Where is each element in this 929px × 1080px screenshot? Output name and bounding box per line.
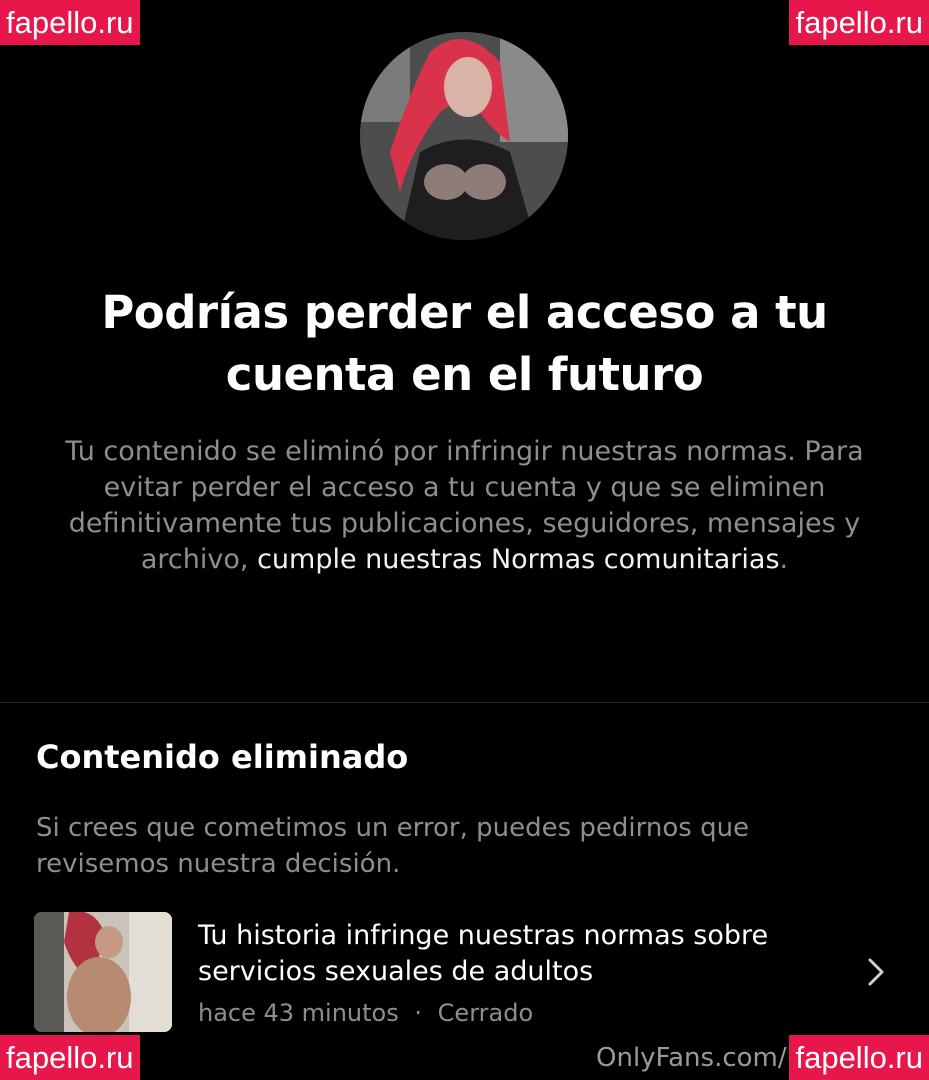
item-separator: · <box>414 999 423 1027</box>
watermark-top-left: fapello.ru <box>0 0 140 45</box>
chevron-right-icon[interactable] <box>864 956 888 988</box>
warning-text: Tu contenido se eliminó por infringir nu… <box>60 434 869 578</box>
profile-avatar <box>360 32 568 240</box>
watermark-bottom-right: fapello.ru <box>789 1035 929 1080</box>
community-guidelines-link[interactable]: cumple nuestras Normas comunitarias <box>257 544 779 575</box>
page-title: Podrías perder el acceso a tu cuenta en … <box>101 286 828 401</box>
footer-watermark-text: OnlyFans.com/ <box>596 1043 787 1073</box>
item-status: Cerrado <box>437 999 534 1027</box>
removed-content-item[interactable]: Tu historia infringe nuestras normas sob… <box>34 910 914 1035</box>
content-thumbnail <box>34 912 172 1032</box>
watermark-top-right: fapello.ru <box>789 0 929 45</box>
item-time: hace 43 minutos <box>198 999 399 1027</box>
section-divider <box>0 702 929 703</box>
item-meta: hace 43 minutos · Cerrado <box>198 996 533 1030</box>
item-title: Tu historia infringe nuestras normas sob… <box>198 920 769 987</box>
watermark-bottom-left: fapello.ru <box>0 1035 140 1080</box>
warning-end: . <box>779 544 789 575</box>
section-subtitle: Si crees que cometimos un error, puedes … <box>36 813 750 879</box>
section-title: Contenido eliminado <box>36 738 409 776</box>
